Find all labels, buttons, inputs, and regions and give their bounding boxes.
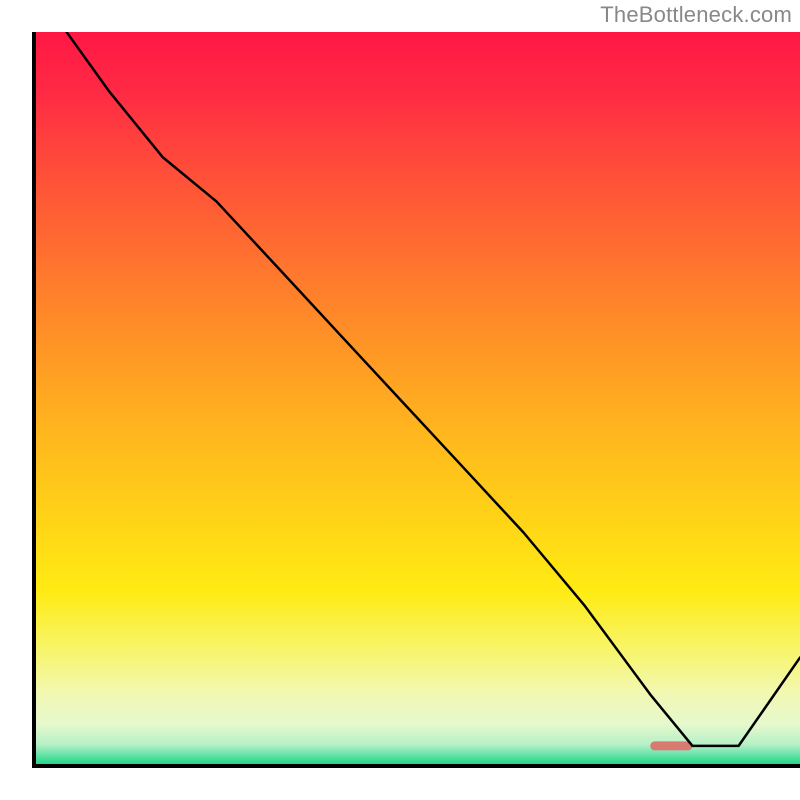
chart-stage: TheBottleneck.com xyxy=(0,0,800,800)
bottleneck-chart xyxy=(0,0,800,800)
optimal-range-marker xyxy=(650,741,692,750)
gradient-background xyxy=(32,32,800,768)
watermark-text: TheBottleneck.com xyxy=(600,2,792,28)
